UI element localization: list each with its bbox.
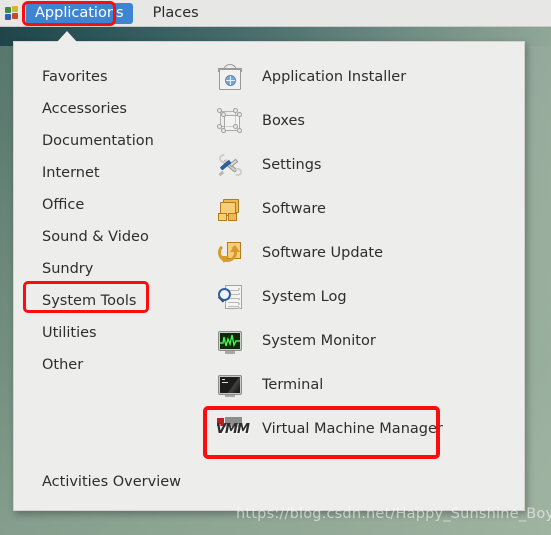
watermark-text: https://blog.csdn.net/Happy_Sunshine_Boy — [236, 506, 551, 522]
app-label: Application Installer — [262, 69, 407, 85]
category-item-favorites[interactable]: Favorites — [14, 61, 204, 93]
menu-pointer-arrow — [57, 31, 77, 42]
menu-body: Favorites Accessories Documentation Inte… — [14, 42, 524, 451]
category-item-sundry[interactable]: Sundry — [14, 253, 204, 285]
app-item-application-installer[interactable]: Application Installer — [208, 55, 524, 99]
app-label: Software Update — [262, 245, 384, 261]
category-list: Favorites Accessories Documentation Inte… — [14, 42, 204, 451]
gnome-footprint-logo-icon[interactable] — [4, 5, 20, 21]
category-item-sound-video[interactable]: Sound & Video — [14, 221, 204, 253]
category-item-documentation[interactable]: Documentation — [14, 125, 204, 157]
magnifier-page-icon — [216, 283, 244, 311]
terminal-icon — [216, 371, 244, 399]
category-item-system-tools[interactable]: System Tools — [14, 285, 204, 317]
category-item-accessories[interactable]: Accessories — [14, 93, 204, 125]
app-item-settings[interactable]: Settings — [208, 143, 524, 187]
app-label: System Monitor — [262, 333, 376, 349]
vmm-letters-icon: VMM — [216, 415, 250, 443]
app-label: System Log — [262, 289, 347, 305]
app-label: Settings — [262, 157, 322, 173]
app-item-boxes[interactable]: Boxes — [208, 99, 524, 143]
application-list: Application Installer Boxes Settings Sof… — [204, 42, 524, 451]
orange-boxes-icon — [216, 195, 244, 223]
app-item-virtual-machine-manager[interactable]: VMM Virtual Machine Manager — [208, 407, 524, 451]
refresh-page-icon — [216, 239, 244, 267]
app-item-system-monitor[interactable]: System Monitor — [208, 319, 524, 363]
category-item-office[interactable]: Office — [14, 189, 204, 221]
menu-footer: Activities Overview — [14, 451, 524, 513]
activities-overview-item[interactable]: Activities Overview — [42, 474, 181, 490]
wrench-screwdriver-icon — [216, 151, 244, 179]
app-item-software[interactable]: Software — [208, 187, 524, 231]
app-item-system-log[interactable]: System Log — [208, 275, 524, 319]
category-item-internet[interactable]: Internet — [14, 157, 204, 189]
places-menu-button[interactable]: Places — [144, 3, 208, 24]
app-label: Virtual Machine Manager — [262, 421, 443, 437]
wireframe-cube-icon — [216, 107, 244, 135]
app-label: Boxes — [262, 113, 305, 129]
top-bar: Applications Places — [0, 0, 551, 27]
monitor-waveform-icon — [216, 327, 244, 355]
app-label: Software — [262, 201, 326, 217]
app-item-terminal[interactable]: Terminal — [208, 363, 524, 407]
applications-menu-button[interactable]: Applications — [26, 2, 133, 24]
app-item-software-update[interactable]: Software Update — [208, 231, 524, 275]
shopping-bag-icon — [216, 63, 244, 91]
category-item-other[interactable]: Other — [14, 349, 204, 381]
category-item-utilities[interactable]: Utilities — [14, 317, 204, 349]
app-label: Terminal — [262, 377, 324, 393]
applications-menu-panel: Favorites Accessories Documentation Inte… — [13, 41, 525, 511]
